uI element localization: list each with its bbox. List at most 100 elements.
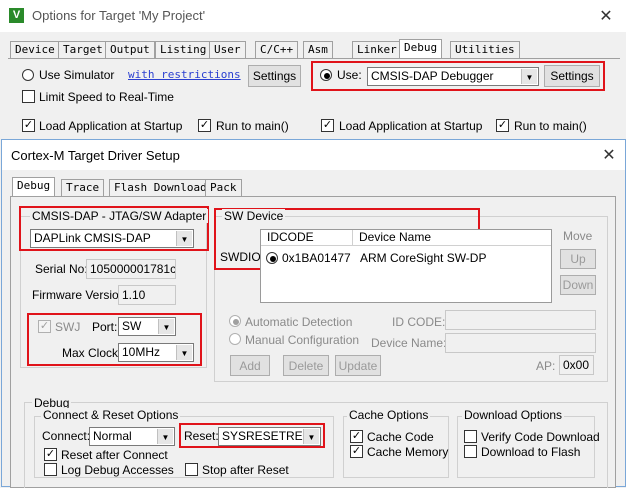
tab-target[interactable]: Target: [58, 41, 108, 58]
download-legend: Download Options: [462, 408, 565, 422]
maxclock-select[interactable]: 10MHz ▼: [118, 343, 194, 362]
reset-select[interactable]: SYSRESETREQ ▼: [218, 427, 321, 446]
connect-select[interactable]: Normal ▼: [89, 427, 175, 446]
ap-field: 0x00: [559, 355, 594, 375]
load-app-left-checkbox[interactable]: ✓: [22, 119, 35, 132]
device-name-field: [445, 333, 596, 353]
tab-driver-flash-download[interactable]: Flash Download: [109, 179, 212, 196]
idcode-column-header[interactable]: IDCODE: [261, 230, 353, 246]
connect-label: Connect:: [42, 429, 91, 443]
load-app-right-checkbox[interactable]: ✓: [321, 119, 334, 132]
update-button: Update: [335, 355, 381, 376]
device-row-idcode: 0x1BA01477: [282, 251, 351, 265]
manual-config-label: Manual Configuration: [245, 333, 360, 347]
serial-field: 105000001781cda: [86, 259, 176, 279]
move-down-button[interactable]: Down: [560, 275, 596, 295]
ap-label: AP:: [536, 359, 556, 373]
use-simulator-radio[interactable]: [22, 69, 34, 81]
limit-speed-checkbox[interactable]: [22, 90, 35, 103]
id-code-label: ID CODE:: [392, 315, 446, 329]
port-label: Port:: [92, 320, 118, 334]
maxclock-label: Max Clock:: [62, 346, 122, 360]
serial-label: Serial No:: [35, 262, 88, 276]
move-up-button[interactable]: Up: [560, 249, 596, 269]
load-app-left-label: Load Application at Startup: [39, 119, 183, 133]
debugger-settings-button[interactable]: Settings: [544, 65, 600, 87]
add-button: Add: [230, 355, 270, 376]
reset-label: Reset:: [184, 429, 219, 443]
tab-linker[interactable]: Linker: [352, 41, 402, 58]
log-debug-label: Log Debug Accesses: [61, 463, 174, 477]
tab-output[interactable]: Output: [105, 41, 155, 58]
tab-utilities[interactable]: Utilities: [450, 41, 520, 58]
run-main-left-label: Run to main(): [216, 119, 289, 133]
connect-reset-legend: Connect & Reset Options: [41, 408, 181, 422]
port-select[interactable]: SW ▼: [118, 317, 176, 336]
cache-legend: Cache Options: [347, 408, 431, 422]
tab-cpp[interactable]: C/C++: [255, 41, 299, 58]
use-simulator-label: Use Simulator: [39, 68, 115, 82]
swj-checkbox: ✓: [38, 320, 51, 333]
swdio-label: SWDIO: [220, 250, 261, 264]
adapter-select[interactable]: DAPLink CMSIS-DAP ▼: [30, 229, 194, 248]
device-name-column-header[interactable]: Device Name: [353, 230, 551, 246]
device-row-radio[interactable]: [266, 252, 278, 264]
log-debug-checkbox[interactable]: [44, 463, 57, 476]
run-main-right-checkbox[interactable]: ✓: [496, 119, 509, 132]
chevron-down-icon: ▼: [521, 69, 537, 84]
load-app-right-label: Load Application at Startup: [339, 119, 483, 133]
tab-asm[interactable]: Asm: [303, 41, 333, 58]
chevron-down-icon: ▼: [176, 345, 192, 360]
chevron-down-icon: ▼: [158, 319, 174, 334]
cache-memory-label: Cache Memory: [367, 445, 449, 459]
simulator-settings-button[interactable]: Settings: [248, 65, 301, 87]
limit-speed-label: Limit Speed to Real-Time: [39, 90, 174, 104]
id-code-field: [445, 310, 596, 330]
options-title: Options for Target 'My Project': [32, 8, 206, 23]
dialog-close-icon[interactable]: ✕: [599, 145, 619, 165]
port-select-value: SW: [122, 319, 142, 333]
auto-detect-radio: [229, 315, 241, 327]
tab-debug[interactable]: Debug: [399, 39, 443, 58]
tab-listing[interactable]: Listing: [155, 41, 212, 58]
with-restrictions-link[interactable]: with restrictions: [128, 68, 241, 81]
tab-user[interactable]: User: [209, 41, 246, 58]
app-icon: V: [9, 8, 24, 23]
manual-config-radio: [229, 333, 241, 345]
cache-memory-checkbox[interactable]: ✓: [350, 445, 363, 458]
use-debugger-radio[interactable]: [320, 69, 332, 81]
options-close-icon[interactable]: ✕: [596, 6, 616, 26]
adapter-legend: CMSIS-DAP - JTAG/SW Adapter: [30, 209, 209, 223]
swj-label: SWJ: [55, 320, 81, 334]
download-flash-label: Download to Flash: [481, 445, 581, 459]
tab-driver-pack[interactable]: Pack: [205, 179, 242, 196]
download-flash-checkbox[interactable]: [464, 445, 477, 458]
chevron-down-icon: ▼: [157, 429, 173, 444]
run-main-right-label: Run to main(): [514, 119, 587, 133]
reset-select-value: SYSRESETREQ: [222, 429, 313, 443]
sw-device-legend: SW Device: [222, 209, 286, 223]
dialog-title: Cortex-M Target Driver Setup: [11, 148, 180, 163]
stop-after-reset-checkbox[interactable]: [185, 463, 198, 476]
tab-driver-trace[interactable]: Trace: [61, 179, 105, 196]
auto-detect-label: Automatic Detection: [245, 315, 353, 329]
debugger-select[interactable]: CMSIS-DAP Debugger ▼: [367, 67, 539, 86]
move-label: Move: [563, 229, 593, 243]
run-main-left-checkbox[interactable]: ✓: [198, 119, 211, 132]
tab-driver-debug[interactable]: Debug: [12, 177, 56, 196]
device-name-label: Device Name:: [371, 336, 447, 350]
stop-after-reset-label: Stop after Reset: [202, 463, 289, 477]
chevron-down-icon: ▼: [176, 231, 192, 246]
verify-code-checkbox[interactable]: [464, 430, 477, 443]
verify-code-label: Verify Code Download: [481, 430, 600, 444]
adapter-select-value: DAPLink CMSIS-DAP: [34, 231, 151, 245]
debugger-select-value: CMSIS-DAP Debugger: [371, 69, 494, 83]
cache-code-checkbox[interactable]: ✓: [350, 430, 363, 443]
reset-after-connect-checkbox[interactable]: ✓: [44, 448, 57, 461]
use-label: Use:: [337, 68, 362, 82]
reset-after-connect-label: Reset after Connect: [61, 448, 168, 462]
device-row-name: ARM CoreSight SW-DP: [360, 251, 487, 265]
maxclock-select-value: 10MHz: [122, 345, 161, 359]
tab-device[interactable]: Device: [10, 41, 60, 58]
connect-select-value: Normal: [93, 429, 132, 443]
